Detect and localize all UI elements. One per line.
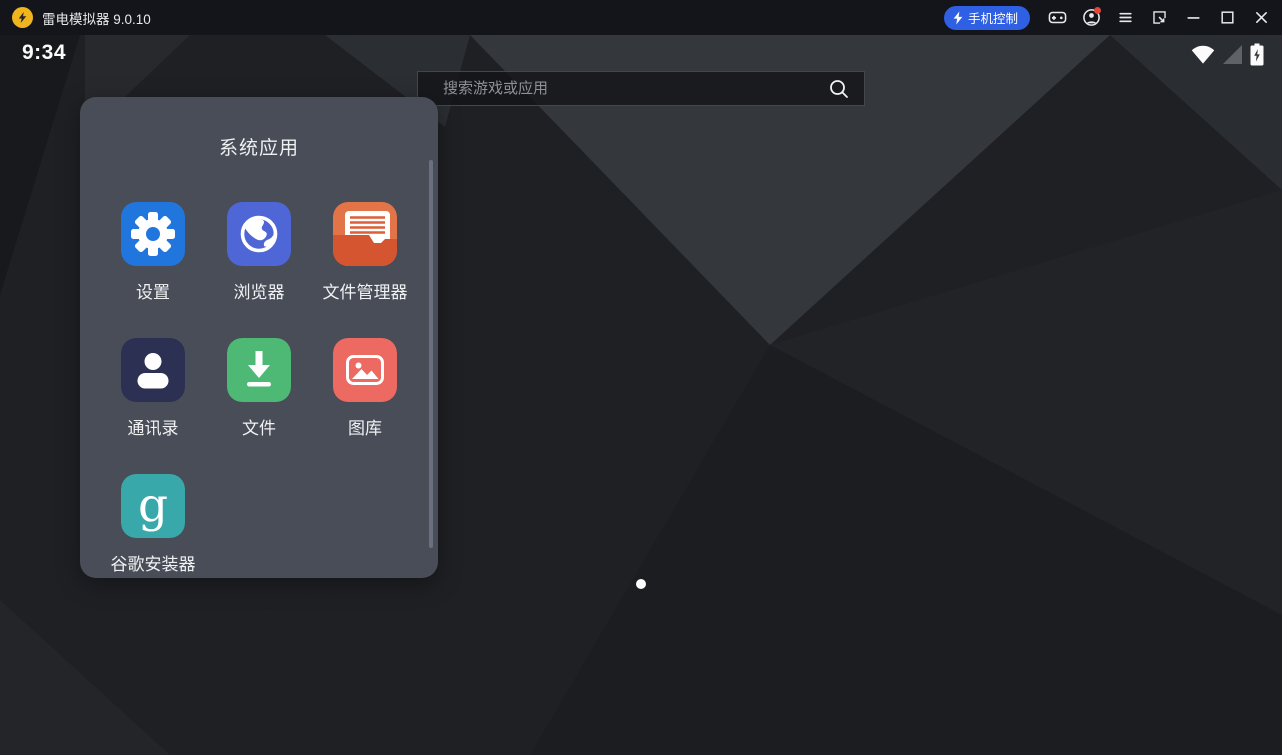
download-icon[interactable] xyxy=(227,338,291,402)
notification-dot xyxy=(1094,7,1101,14)
mini-window-icon[interactable] xyxy=(1142,0,1176,35)
wifi-icon xyxy=(1191,44,1215,65)
app-设置[interactable]: 设置 xyxy=(100,202,206,303)
app-通讯录[interactable]: 通讯录 xyxy=(100,338,206,439)
app-浏览器[interactable]: 浏览器 xyxy=(206,202,312,303)
ldplayer-logo-icon xyxy=(12,7,33,28)
app-label: 文件管理器 xyxy=(312,278,418,303)
phone-control-label: 手机控制 xyxy=(968,8,1018,27)
android-screen: 9:34 系统应用 xyxy=(0,35,1282,755)
titlebar-left: 雷电模拟器 9.0.10 xyxy=(0,7,944,28)
cell-signal-icon xyxy=(1222,44,1243,65)
svg-text:g: g xyxy=(138,478,168,533)
lightning-icon xyxy=(952,11,964,25)
app-文件[interactable]: 文件 xyxy=(206,338,312,439)
close-icon[interactable] xyxy=(1244,0,1278,35)
app-label: 谷歌安装器 xyxy=(100,550,206,575)
minimize-icon[interactable] xyxy=(1176,0,1210,35)
folder-files-icon[interactable] xyxy=(333,202,397,266)
app-label: 浏览器 xyxy=(206,278,312,303)
app-label: 图库 xyxy=(312,414,418,439)
gear-icon[interactable] xyxy=(121,202,185,266)
window-title: 雷电模拟器 9.0.10 xyxy=(42,8,151,28)
battery-charging-icon xyxy=(1250,43,1264,66)
titlebar-controls: 手机控制 xyxy=(944,0,1282,35)
search-input[interactable] xyxy=(441,79,828,98)
gallery-icon[interactable] xyxy=(333,338,397,402)
maximize-icon[interactable] xyxy=(1210,0,1244,35)
page-indicator-dot[interactable] xyxy=(636,579,646,589)
app-图库[interactable]: 图库 xyxy=(312,338,418,439)
system-apps-panel: 系统应用 设置 浏览器 文件管理器 xyxy=(80,97,438,578)
search-icon[interactable] xyxy=(828,78,850,100)
app-label: 设置 xyxy=(100,278,206,303)
panel-scrollbar[interactable] xyxy=(429,160,433,548)
clock: 9:34 xyxy=(22,41,66,65)
letter-g-icon[interactable]: g xyxy=(121,474,185,538)
panel-title: 系统应用 xyxy=(80,133,438,160)
gamepad-icon[interactable] xyxy=(1040,0,1074,35)
app-label: 通讯录 xyxy=(100,414,206,439)
status-icons xyxy=(1184,43,1264,66)
search-bar[interactable] xyxy=(417,71,865,106)
app-label: 文件 xyxy=(206,414,312,439)
app-谷歌安装器[interactable]: g 谷歌安装器 xyxy=(100,474,206,575)
account-icon[interactable] xyxy=(1074,0,1108,35)
window-titlebar: 雷电模拟器 9.0.10 手机控制 xyxy=(0,0,1282,35)
globe-icon[interactable] xyxy=(227,202,291,266)
person-icon[interactable] xyxy=(121,338,185,402)
menu-icon[interactable] xyxy=(1108,0,1142,35)
app-文件管理器[interactable]: 文件管理器 xyxy=(312,202,418,303)
phone-control-button[interactable]: 手机控制 xyxy=(944,6,1030,30)
